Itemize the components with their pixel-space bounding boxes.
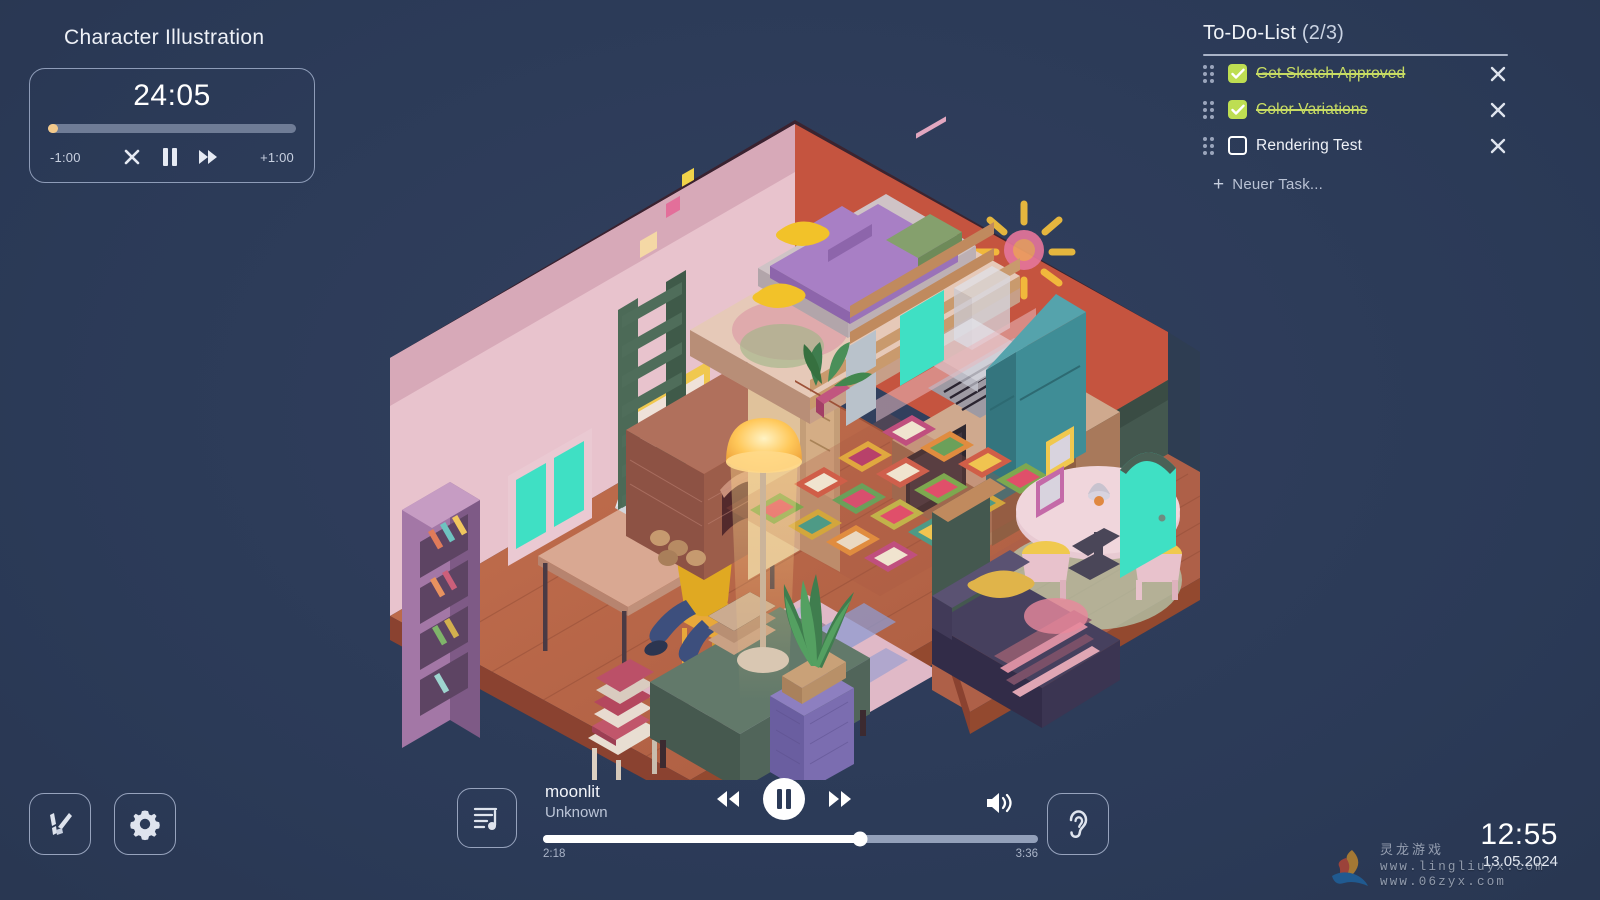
timer-decrease-label[interactable]: -1:00	[50, 150, 81, 165]
timer-controls: -1:00 +1:00	[48, 146, 296, 168]
isometric-house-illustration	[330, 80, 1250, 780]
clock-date: 13.05.2024	[1482, 853, 1558, 870]
rewind-icon	[717, 791, 739, 807]
timer-progress-fill	[48, 124, 58, 133]
todo-item-label: Color Variations	[1256, 100, 1368, 118]
clock-time: 12:55	[1480, 818, 1558, 851]
seek-times: 2:18 3:36	[543, 848, 1038, 860]
watermark-line-2: www.06zyx.com	[1380, 875, 1507, 889]
todo-count: (2/3)	[1301, 22, 1345, 44]
bookshelf	[402, 482, 480, 748]
fast-forward-icon	[829, 791, 851, 807]
media-player: moonlit Unknown 2:18 3:36	[457, 778, 1038, 866]
todo-title: To-Do-List (2/3)	[1203, 22, 1508, 45]
playlist-icon	[473, 807, 498, 830]
playlist-button[interactable]	[457, 788, 517, 848]
paintbrush-icon	[50, 813, 72, 835]
volume-icon	[987, 793, 1012, 813]
todo-item-label: Get Sketch Approved	[1256, 64, 1406, 82]
todo-delete-button[interactable]	[1488, 100, 1508, 120]
add-task-button[interactable]: + Neuer Task...	[1213, 175, 1508, 194]
watermark-logo-icon	[1332, 850, 1368, 886]
watermark-cn: 灵龙游戏	[1380, 842, 1445, 857]
todo-title-label: To-Do-List	[1203, 22, 1297, 44]
elapsed-time: 2:18	[543, 848, 566, 860]
volume-button[interactable]	[984, 790, 1014, 821]
brush-button[interactable]	[29, 793, 91, 855]
ear-icon	[1069, 810, 1088, 838]
clock-widget: 12:55 13.05.2024	[1480, 818, 1558, 871]
timer-pause-button[interactable]	[159, 146, 181, 168]
timer-display: 24:05	[133, 79, 211, 112]
seek-fill	[543, 835, 860, 843]
ambient-sound-button[interactable]	[1047, 793, 1109, 855]
close-icon	[1490, 66, 1506, 81]
play-pause-button[interactable]	[763, 778, 805, 820]
gear-icon	[130, 810, 160, 841]
track-title: moonlit	[545, 782, 600, 801]
pause-icon	[777, 789, 791, 809]
desktop-root: Character Illustration 24:05 -1:00 +1:00…	[0, 0, 1600, 900]
previous-track-button[interactable]	[715, 789, 741, 809]
check-icon	[1230, 68, 1245, 79]
todo-item-label: Rendering Test	[1256, 136, 1363, 154]
next-track-button[interactable]	[827, 789, 853, 809]
fast-forward-icon	[199, 150, 218, 164]
seek-knob[interactable]	[852, 831, 868, 847]
close-icon	[125, 149, 140, 165]
timer-skip-button[interactable]	[197, 146, 219, 168]
transport-controls	[715, 778, 853, 820]
seek-track[interactable]	[543, 831, 1038, 847]
focus-timer-card: 24:05 -1:00 +1:00	[29, 68, 315, 183]
page-title: Character Illustration	[64, 26, 265, 49]
todo-delete-button[interactable]	[1488, 136, 1508, 156]
todo-delete-button[interactable]	[1488, 64, 1508, 84]
duration-time: 3:36	[1015, 848, 1038, 860]
timer-reset-button[interactable]	[121, 146, 143, 168]
seek-bar[interactable]: 2:18 3:36	[543, 831, 1038, 860]
timer-progress-track[interactable]	[48, 124, 296, 133]
timer-increase-label[interactable]: +1:00	[260, 150, 294, 165]
pause-icon	[163, 148, 178, 166]
close-icon	[1490, 138, 1506, 153]
settings-button[interactable]	[114, 793, 176, 855]
close-icon	[1490, 102, 1506, 117]
track-artist: Unknown	[545, 804, 608, 821]
